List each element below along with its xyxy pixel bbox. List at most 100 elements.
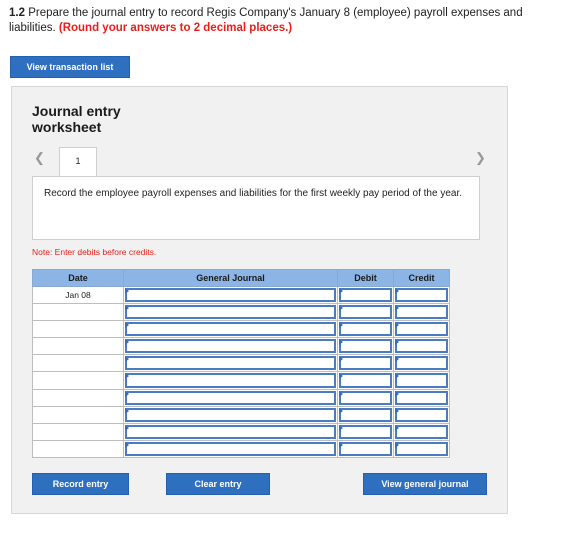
worksheet-title: Journal entry worksheet [32, 103, 121, 135]
account-input[interactable] [125, 288, 336, 303]
date-cell [32, 303, 124, 322]
debit-input[interactable] [339, 407, 392, 422]
account-cell [123, 371, 338, 390]
credit-input[interactable] [395, 305, 448, 320]
table-row [32, 371, 450, 390]
credit-column-header: Credit [393, 269, 450, 287]
table-row: Jan 08 [32, 285, 450, 305]
account-cell [123, 303, 338, 322]
account-cell [123, 405, 338, 424]
question-text: 1.2 Prepare the journal entry to record … [9, 6, 549, 35]
credit-cell [393, 422, 450, 441]
record-entry-button[interactable]: Record entry [32, 473, 129, 495]
credit-input[interactable] [395, 322, 448, 337]
account-cell [123, 285, 338, 305]
account-cell [123, 354, 338, 373]
credit-cell [393, 405, 450, 424]
credit-input[interactable] [395, 288, 448, 303]
date-cell [32, 422, 124, 441]
date-cell: Jan 08 [32, 285, 124, 305]
debit-cell [337, 354, 394, 373]
account-input[interactable] [125, 356, 336, 371]
credit-input[interactable] [395, 356, 448, 371]
credit-cell [393, 303, 450, 322]
general-journal-column-header: General Journal [123, 269, 338, 287]
account-cell [123, 320, 338, 339]
debit-cell [337, 371, 394, 390]
table-row [32, 405, 450, 424]
date-column-header: Date [32, 269, 124, 287]
view-transaction-list-button[interactable]: View transaction list [10, 56, 130, 78]
journal-table: Date General Journal Debit Credit Jan 08 [32, 269, 450, 458]
date-cell [32, 388, 124, 407]
credit-cell [393, 285, 450, 305]
table-row [32, 303, 450, 322]
account-input[interactable] [125, 407, 336, 422]
debit-cell [337, 320, 394, 339]
table-row [32, 388, 450, 407]
clear-entry-button[interactable]: Clear entry [166, 473, 270, 495]
debit-input[interactable] [339, 339, 392, 354]
journal-worksheet-panel: Journal entry worksheet ❮ 1 ❯ Record the… [11, 86, 508, 514]
debit-cell [337, 439, 394, 458]
view-general-journal-button[interactable]: View general journal [363, 473, 487, 495]
debit-input[interactable] [339, 288, 392, 303]
debit-credit-note: Note: Enter debits before credits. [32, 247, 157, 257]
credit-cell [393, 388, 450, 407]
date-cell [32, 354, 124, 373]
debit-input[interactable] [339, 441, 392, 456]
table-row [32, 422, 450, 441]
table-row [32, 439, 450, 458]
debit-column-header: Debit [337, 269, 394, 287]
account-input[interactable] [125, 390, 336, 405]
table-row [32, 354, 450, 373]
table-row [32, 337, 450, 356]
date-cell [32, 320, 124, 339]
credit-input[interactable] [395, 339, 448, 354]
journal-header-row: Date General Journal Debit Credit [32, 269, 450, 287]
account-cell [123, 337, 338, 356]
account-input[interactable] [125, 441, 336, 456]
debit-input[interactable] [339, 356, 392, 371]
credit-cell [393, 371, 450, 390]
credit-input[interactable] [395, 390, 448, 405]
debit-cell [337, 285, 394, 305]
account-input[interactable] [125, 322, 336, 337]
credit-cell [393, 337, 450, 356]
account-input[interactable] [125, 373, 336, 388]
chevron-right-icon[interactable]: ❯ [475, 150, 486, 166]
debit-input[interactable] [339, 390, 392, 405]
debit-cell [337, 388, 394, 407]
account-cell [123, 388, 338, 407]
question-instruction: (Round your answers to 2 decimal places.… [58, 21, 293, 34]
account-input[interactable] [125, 305, 336, 320]
table-row [32, 320, 450, 339]
account-cell [123, 439, 338, 458]
account-input[interactable] [125, 339, 336, 354]
entry-description: Record the employee payroll expenses and… [32, 176, 480, 240]
debit-input[interactable] [339, 373, 392, 388]
credit-input[interactable] [395, 407, 448, 422]
credit-input[interactable] [395, 373, 448, 388]
account-input[interactable] [125, 424, 336, 439]
debit-input[interactable] [339, 322, 392, 337]
date-cell [32, 439, 124, 458]
credit-cell [393, 439, 450, 458]
date-cell [32, 337, 124, 356]
account-cell [123, 422, 338, 441]
question-number: 1.2 [9, 7, 25, 19]
debit-input[interactable] [339, 424, 392, 439]
chevron-left-icon[interactable]: ❮ [34, 150, 45, 166]
debit-cell [337, 337, 394, 356]
date-cell [32, 371, 124, 390]
debit-cell [337, 422, 394, 441]
credit-input[interactable] [395, 424, 448, 439]
debit-cell [337, 405, 394, 424]
debit-input[interactable] [339, 305, 392, 320]
date-cell [32, 405, 124, 424]
credit-cell [393, 354, 450, 373]
tab-entry-1[interactable]: 1 [59, 147, 97, 177]
debit-cell [337, 303, 394, 322]
credit-input[interactable] [395, 441, 448, 456]
credit-cell [393, 320, 450, 339]
